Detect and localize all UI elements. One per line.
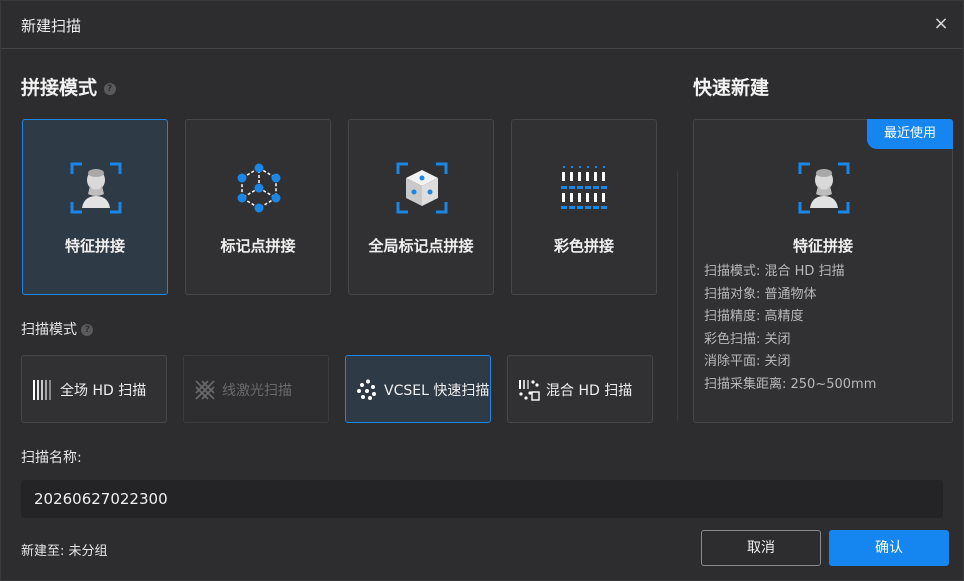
scan-mode-title: 扫描模式 [21,322,77,338]
color-grid-icon [561,166,607,209]
laser-cross-icon [195,380,215,400]
stitch-card-label: 标记点拼接 [220,237,296,255]
vcsel-dots-icon [357,379,376,400]
stitch-card-marker[interactable]: 标记点拼接 [185,119,331,295]
dialog-title: 新建扫描 [21,17,82,35]
scan-mode-label: VCSEL 快速扫描 [384,383,490,399]
info-line: 扫描采集距离: 250~500mm [704,376,877,392]
scan-mode-label: 线激光扫描 [222,383,292,399]
quick-create-info: 扫描模式: 混合 HD 扫描 扫描对象: 普通物体 扫描精度: 高精度 彩色扫描… [704,261,876,396]
confirm-button[interactable]: 确认 [829,530,949,566]
scan-mode-label: 全场 HD 扫描 [60,383,147,399]
help-icon[interactable]: ? [103,82,116,95]
close-icon[interactable]: × [931,13,951,35]
global-marker-cube-icon [396,162,448,214]
quick-create-name: 特征拼接 [792,237,853,255]
stitch-card-label: 特征拼接 [64,237,125,255]
stitch-mode-heading: 拼接模式 ? [21,73,116,100]
stitch-card-label: 彩色拼接 [553,237,614,255]
save-to-group[interactable]: 新建至: 未分组 [21,540,108,559]
scan-mode-vcsel[interactable]: VCSEL 快速扫描 [345,355,491,423]
stitch-card-color[interactable]: 彩色拼接 [511,119,657,295]
quick-create-title: 快速新建 [693,77,770,99]
stitch-card-label: 全局标记点拼接 [368,237,474,255]
scan-mode-line-laser: 线激光扫描 [183,355,329,423]
marker-points-icon [237,163,281,213]
stitch-mode-title: 拼接模式 [21,77,98,99]
info-line: 消除平面: 关闭 [704,354,791,369]
scan-name-input[interactable] [21,480,943,518]
recent-badge: 最近使用 [867,119,953,149]
new-scan-dialog: 新建扫描 × 拼接模式 ? 特征拼接 标记点拼接 全局标记点拼接 彩色拼接 扫描… [0,0,964,581]
scan-mode-heading: 扫描模式 ? [21,319,94,339]
stitch-card-feature[interactable]: 特征拼接 [22,119,168,295]
title-bar: 新建扫描 × [1,1,963,49]
fullfield-stripes-icon [33,380,51,400]
scan-name-label: 扫描名称: [21,450,82,466]
scan-mode-fullfield-hd[interactable]: 全场 HD 扫描 [21,355,167,423]
scan-mode-label: 混合 HD 扫描 [546,383,633,399]
cancel-button[interactable]: 取消 [701,530,821,566]
info-line: 彩色扫描: 关闭 [704,331,791,347]
hybrid-icon [519,380,540,401]
bust-icon [70,162,122,214]
info-line: 扫描对象: 普通物体 [704,286,817,302]
help-icon[interactable]: ? [81,324,94,336]
divider [677,171,678,421]
quick-create-card[interactable]: 最近使用 特征拼接 扫描模式: 混合 HD 扫描 扫描对象: 普通物体 扫描精度… [693,119,953,423]
info-line: 扫描精度: 高精度 [704,309,804,324]
scan-mode-hybrid-hd[interactable]: 混合 HD 扫描 [507,355,653,423]
bust-icon [798,162,850,214]
info-line: 扫描模式: 混合 HD 扫描 [704,264,845,279]
stitch-card-global-marker[interactable]: 全局标记点拼接 [348,119,494,295]
